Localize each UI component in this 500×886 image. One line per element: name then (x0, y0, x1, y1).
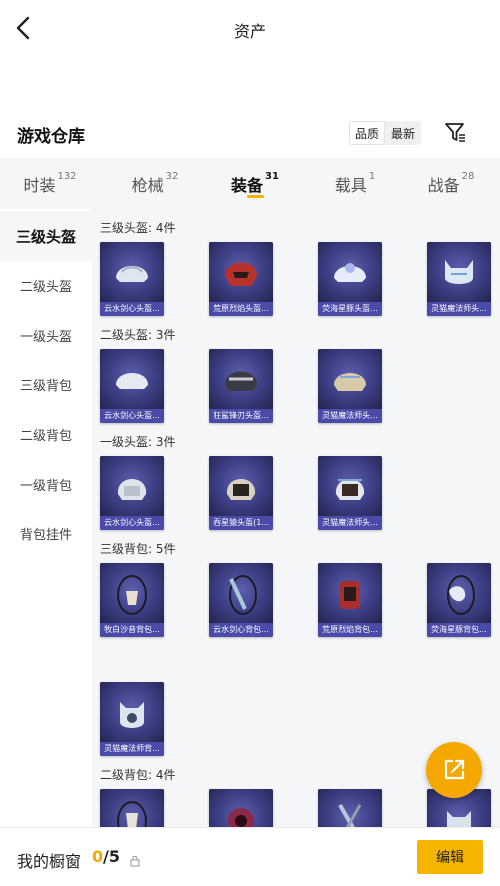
tab-count: 28 (461, 171, 475, 182)
sidebar-item-level3-backpack[interactable]: 三级背包 (0, 359, 92, 409)
item-card[interactable]: 灵猫魔法师背... (100, 682, 164, 756)
section-header: 三级背包: 5件 (100, 542, 176, 556)
item-name: 云水剑心背包... (209, 623, 273, 637)
item-card[interactable]: 灵猫魔法师头... (427, 242, 491, 316)
helmet-image (209, 242, 273, 302)
sidebar: 三级头盔 二级头盔 一级头盔 三级背包 二级背包 一级背包 背包挂件 (0, 209, 92, 827)
backpack-image (427, 563, 491, 623)
item-grid-panel: 三级头盔: 4件 云水剑心头盔... 荒原烈焰头盔... 荧海星豚头盔... 灵… (92, 209, 500, 827)
helmet-image (318, 349, 382, 409)
lock-icon (130, 852, 140, 867)
item-card[interactable]: 吞星猿头盔(1... (209, 456, 273, 530)
share-fab-button[interactable] (426, 742, 482, 798)
showcase-count-current: 0 (92, 847, 104, 866)
showcase-count-total: /5 (103, 847, 120, 866)
section-header: 一级头盔: 3件 (100, 435, 176, 449)
bottom-bar: 我的橱窗 0 /5 编辑 (0, 827, 500, 886)
helmet-image (318, 242, 382, 302)
tab-label: 枪械 (131, 175, 164, 195)
section-header: 三级头盔: 4件 (100, 221, 176, 235)
item-card[interactable]: 云水剑心头盔... (100, 242, 164, 316)
warehouse-title: 游戏仓库 (17, 127, 85, 147)
backpack-image (209, 789, 273, 827)
filter-icon[interactable] (444, 120, 468, 144)
item-name: 荒原烈焰头盔... (209, 302, 273, 316)
edit-button[interactable]: 编辑 (417, 840, 483, 874)
item-card[interactable]: 云水剑心背包... (209, 563, 273, 637)
tab-count: 1 (368, 171, 376, 182)
top-bar: 资产 (0, 0, 500, 58)
tab-firearms[interactable]: 枪械 32 (115, 158, 195, 209)
item-name: 吞星猿头盔(1... (209, 516, 273, 530)
item-name: 灵猫魔法师背... (100, 742, 164, 756)
tab-label: 装备 (231, 175, 264, 195)
sidebar-item-level1-backpack[interactable]: 一级背包 (0, 459, 92, 509)
item-name: 牧白沙音背包... (100, 623, 164, 637)
backpack-image (318, 563, 382, 623)
helmet-image (209, 456, 273, 516)
tab-label: 载具 (334, 175, 367, 195)
item-card[interactable]: 牧白沙音背包... (100, 563, 164, 637)
item-name: 云水剑心头盔... (100, 516, 164, 530)
tab-label: 战备 (427, 175, 460, 195)
sidebar-item-level3-helmet[interactable]: 三级头盔 (0, 211, 92, 261)
item-card[interactable]: 荧海星豚头盔... (318, 242, 382, 316)
sidebar-item-level2-helmet[interactable]: 二级头盔 (0, 260, 92, 310)
item-card[interactable] (100, 789, 164, 827)
item-name: 云水剑心头盔... (100, 409, 164, 423)
helmet-image (209, 349, 273, 409)
item-card[interactable]: 灵猫魔法师头... (318, 349, 382, 423)
tab-fashion[interactable]: 时装 132 (10, 158, 90, 209)
sidebar-item-backpack-charm[interactable]: 背包挂件 (0, 508, 92, 558)
section-header: 二级头盔: 3件 (100, 328, 176, 342)
section-header: 二级背包: 4件 (100, 768, 176, 782)
item-name: 灵猫魔法师头... (427, 302, 491, 316)
sidebar-item-level1-helmet[interactable]: 一级头盔 (0, 310, 92, 360)
backpack-image (100, 563, 164, 623)
tab-count: 132 (57, 171, 77, 182)
active-tab-indicator (247, 195, 264, 198)
tab-combat-gear[interactable]: 战备 28 (410, 158, 492, 209)
item-card[interactable]: 云水剑心头盔... (100, 349, 164, 423)
sort-toggle: 品质 最新 (349, 121, 422, 145)
helmet-image (100, 456, 164, 516)
item-name: 荧海星豚头盔... (318, 302, 382, 316)
item-card[interactable]: 狂鲨锋刃头盔... (209, 349, 273, 423)
item-name: 云水剑心头盔... (100, 302, 164, 316)
item-name: 灵猫魔法师头... (318, 516, 382, 530)
item-card[interactable] (209, 789, 273, 827)
item-card[interactable]: 云水剑心头盔... (100, 456, 164, 530)
tab-vehicles[interactable]: 载具 1 (315, 158, 395, 209)
share-icon (444, 759, 465, 780)
helmet-image (318, 456, 382, 516)
item-name: 狂鲨锋刃头盔... (209, 409, 273, 423)
backpack-image (318, 789, 382, 827)
tab-count: 32 (165, 171, 179, 182)
helmet-image (100, 242, 164, 302)
item-card[interactable]: 灵猫魔法师头... (318, 456, 382, 530)
tab-label: 时装 (23, 175, 56, 195)
category-tabs: 时装 132 枪械 32 装备 31 载具 1 战备 28 (0, 158, 500, 209)
sort-by-newest-button[interactable]: 最新 (385, 121, 421, 145)
item-name: 荒原烈焰背包... (318, 623, 382, 637)
showcase-label: 我的橱窗 (17, 852, 82, 871)
tab-count: 31 (265, 171, 279, 182)
item-name: 灵猫魔法师头... (318, 409, 382, 423)
item-card[interactable]: 荒原烈焰头盔... (209, 242, 273, 316)
item-card[interactable]: 荧海星豚背包... (427, 563, 491, 637)
backpack-image (209, 563, 273, 623)
helmet-image (100, 349, 164, 409)
page-title: 资产 (233, 22, 266, 41)
item-card[interactable] (318, 789, 382, 827)
item-card[interactable]: 荒原烈焰背包... (318, 563, 382, 637)
item-name: 荧海星豚背包... (427, 623, 491, 637)
tab-equipment[interactable]: 装备 31 (215, 158, 295, 209)
helmet-image (427, 242, 491, 302)
backpack-image (100, 789, 164, 827)
sidebar-item-level2-backpack[interactable]: 二级背包 (0, 409, 92, 459)
sort-by-quality-button[interactable]: 品质 (349, 121, 386, 145)
backpack-image (100, 682, 164, 742)
